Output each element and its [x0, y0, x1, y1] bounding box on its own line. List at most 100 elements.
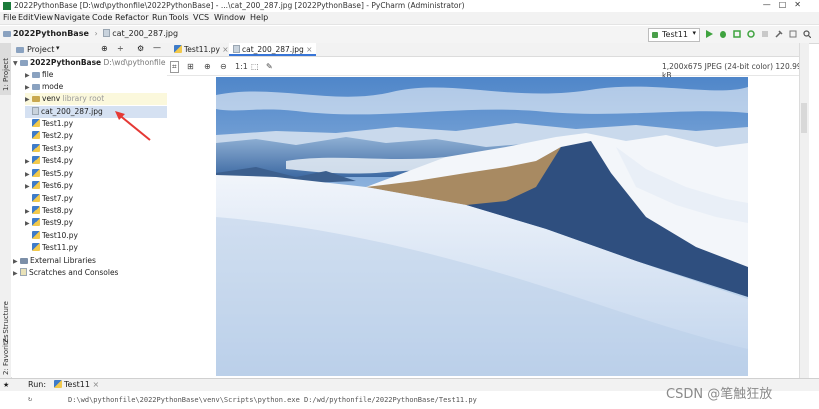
annotation-arrow: [115, 111, 151, 141]
run-icon[interactable]: [705, 30, 713, 38]
list-item-label: Test4.py: [42, 156, 74, 165]
list-item[interactable]: ▶ Test9.py: [25, 217, 181, 229]
debug-icon[interactable]: [719, 30, 727, 38]
stop-icon[interactable]: [761, 30, 769, 38]
fit-zoom-icon[interactable]: ⬚: [251, 62, 259, 71]
favorites-tool-tab[interactable]: 2: Favorites: [2, 334, 10, 375]
external-libraries[interactable]: ▶ External Libraries: [13, 255, 169, 267]
tree-root[interactable]: ▼ 2022PythonBase D:\wd\pythonfile: [13, 57, 169, 69]
search-icon[interactable]: [803, 30, 811, 38]
menu-file[interactable]: File: [3, 13, 16, 22]
chevron-right-icon: ▶: [25, 220, 30, 227]
list-item[interactable]: ▶ file: [25, 69, 181, 81]
database-tool-tab[interactable]: [801, 103, 807, 133]
folder-icon: [3, 31, 11, 37]
menu-navigate[interactable]: Navigate: [54, 13, 90, 22]
list-item[interactable]: ▶ venv library root: [25, 93, 167, 105]
chevron-right-icon: ▶: [25, 158, 30, 165]
hide-panel-icon[interactable]: —: [153, 43, 161, 52]
gear-icon[interactable]: ⚙: [137, 44, 144, 53]
collapse-all-icon[interactable]: ÷: [117, 44, 124, 53]
project-tool-tab[interactable]: 1: Project: [0, 43, 11, 95]
close-icon[interactable]: ×: [222, 45, 228, 54]
zoom-out-icon[interactable]: ⊖: [220, 62, 227, 71]
list-item[interactable]: ▶ Test6.py: [25, 180, 181, 192]
python-run-icon: [652, 32, 658, 38]
settings-icon[interactable]: [789, 30, 797, 38]
grid-toggle-icon[interactable]: ⌗: [170, 61, 179, 73]
folder-icon: [32, 84, 40, 90]
zoom-in-icon[interactable]: ⊕: [204, 62, 211, 71]
profile-icon[interactable]: [747, 30, 755, 38]
close-button[interactable]: ✕: [794, 0, 801, 9]
chevron-down-icon: ▾: [692, 29, 696, 37]
python-file-icon: [32, 194, 40, 202]
run-label: Run:: [28, 380, 47, 389]
list-item[interactable]: Test1.py: [25, 118, 181, 130]
breadcrumb-project[interactable]: 2022PythonBase: [13, 29, 89, 38]
list-item[interactable]: ▶ Test4.py: [25, 155, 181, 167]
list-item[interactable]: Test2.py: [25, 130, 181, 142]
close-icon[interactable]: ×: [306, 45, 312, 54]
star-icon: ★: [3, 381, 10, 389]
menu-view[interactable]: View: [34, 13, 53, 22]
menu-vcs[interactable]: VCS: [193, 13, 209, 22]
list-item[interactable]: Test7.py: [25, 193, 181, 205]
list-item[interactable]: Test11.py: [25, 242, 181, 254]
breadcrumb-file[interactable]: cat_200_287.jpg: [112, 29, 178, 38]
image-viewer-toolbar: ⌗ ⊞ ⊕ ⊖ 1:1 ⬚ ✎ 1,200x675 JPEG (24-bit c…: [167, 57, 808, 80]
list-item[interactable]: Test3.py: [25, 143, 181, 155]
menu-tools[interactable]: Tools: [169, 13, 189, 22]
project-view-icon: [16, 47, 24, 53]
menu-run[interactable]: Run: [152, 13, 167, 22]
python-file-icon: [32, 169, 40, 177]
menu-window[interactable]: Window: [214, 13, 246, 22]
project-view-select[interactable]: Project: [27, 45, 54, 54]
image-file-icon: [233, 45, 240, 53]
window-title: 2022PythonBase [D:\wd\pythonfile\2022Pyt…: [14, 1, 465, 10]
tab-test11-py[interactable]: Test11.py ×: [170, 43, 233, 56]
list-item[interactable]: Test10.py: [25, 230, 181, 242]
menu-edit[interactable]: Edit: [18, 13, 34, 22]
image-file-icon: [32, 107, 39, 115]
list-item[interactable]: ▶ mode: [25, 81, 181, 93]
menu-code[interactable]: Code: [92, 13, 112, 22]
tab-label: cat_200_287.jpg: [242, 45, 304, 54]
list-item-label: file: [42, 70, 54, 79]
chevron-down-icon[interactable]: ▾: [56, 44, 60, 52]
python-file-icon: [54, 380, 62, 388]
minimize-button[interactable]: —: [763, 0, 771, 9]
breadcrumb: 2022PythonBase › cat_200_287.jpg: [3, 29, 178, 38]
right-tool-strip: [799, 43, 809, 378]
python-file-icon: [32, 156, 40, 164]
close-icon[interactable]: ×: [92, 380, 99, 389]
list-item[interactable]: ▶ Test5.py: [25, 168, 181, 180]
coverage-icon[interactable]: [733, 30, 741, 38]
background-toggle-icon[interactable]: ⊞: [187, 62, 194, 71]
actual-size-button[interactable]: 1:1: [235, 62, 248, 71]
scratches-and-consoles[interactable]: ▶ Scratches and Consoles: [13, 267, 169, 279]
library-icon: [20, 258, 28, 264]
menu-help[interactable]: Help: [250, 13, 268, 22]
run-tab[interactable]: Test11 ×: [54, 380, 99, 389]
locate-icon[interactable]: ⊕: [101, 44, 108, 53]
library-root-label: library root: [62, 94, 105, 103]
build-icon[interactable]: [775, 30, 783, 38]
list-item[interactable]: ▶ Test8.py: [25, 205, 181, 217]
maximize-button[interactable]: □: [779, 0, 787, 9]
list-item-label: venv: [42, 94, 61, 103]
rerun-icon[interactable]: ↻: [28, 395, 32, 403]
list-item-label: Test6.py: [42, 181, 74, 190]
tab-cat-image[interactable]: cat_200_287.jpg ×: [229, 43, 317, 56]
menu-refactor[interactable]: Refactor: [115, 13, 149, 22]
chevron-down-icon: ▼: [13, 60, 18, 67]
python-file-icon: [32, 243, 40, 251]
image-preview: [216, 77, 748, 376]
list-item-label: mode: [42, 82, 64, 91]
list-item-label: Test3.py: [42, 144, 74, 153]
python-file-icon: [32, 231, 40, 239]
run-config-select[interactable]: Test11 ▾: [648, 28, 700, 42]
list-item-label: Test10.py: [42, 231, 78, 240]
color-picker-icon[interactable]: ✎: [266, 62, 273, 71]
mountain-landscape-image: [216, 77, 748, 376]
